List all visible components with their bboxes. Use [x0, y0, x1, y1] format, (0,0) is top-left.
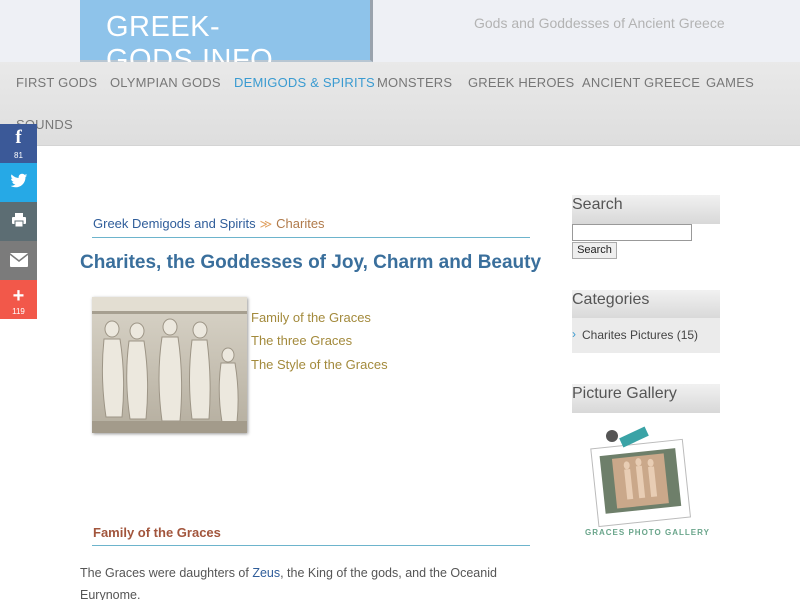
nav-item-first-gods[interactable]: FIRST GODS	[16, 75, 97, 90]
facebook-share-count: 81	[14, 151, 23, 160]
nav-item-demigods-spirits[interactable]: DEMIGODS & SPIRITS	[234, 75, 375, 90]
zeus-link[interactable]: Zeus	[252, 566, 280, 580]
search-widget-title-bar: Search	[572, 195, 720, 224]
categories-title-bar: Categories	[572, 290, 720, 319]
gallery-caption: GRACES PHOTO GALLERY	[585, 528, 710, 537]
gallery-title: Picture Gallery	[572, 385, 677, 402]
section-heading: Family of the Graces	[93, 525, 221, 540]
search-button[interactable]: Search	[572, 242, 617, 259]
share-count: 119	[12, 307, 25, 316]
breadcrumb-separator: ≫	[259, 217, 273, 231]
email-icon	[0, 253, 37, 272]
more-share-button[interactable]: + 119	[0, 280, 37, 319]
site-logo[interactable]: GREEK-GODS.INFO	[80, 0, 373, 76]
breadcrumb: Greek Demigods and Spirits ≫ Charites	[93, 216, 325, 231]
section-divider	[92, 545, 530, 546]
category-link-charites-pictures[interactable]: Charites Pictures (15)	[582, 328, 698, 342]
nav-item-greek-heroes[interactable]: GREEK HEROES	[468, 75, 574, 90]
print-button[interactable]	[0, 202, 37, 241]
toc-link-family[interactable]: Family of the Graces	[251, 310, 371, 325]
site-header: GREEK-GODS.INFO Gods and Goddesses of An…	[0, 0, 800, 76]
breadcrumb-current: Charites	[276, 216, 325, 231]
email-share-button[interactable]	[0, 241, 37, 280]
facebook-icon: f	[15, 127, 22, 148]
body-text-start: The Graces were daughters of	[80, 566, 253, 580]
breadcrumb-divider	[92, 237, 530, 238]
categories-list: › Charites Pictures (15)	[572, 318, 720, 353]
charites-relief-image	[92, 297, 247, 433]
breadcrumb-parent-link[interactable]: Greek Demigods and Spirits	[93, 216, 256, 231]
twitter-icon	[0, 173, 37, 194]
facebook-share-button[interactable]: f 81	[0, 124, 37, 163]
nav-item-olympian-gods[interactable]: OLYMPIAN GODS	[110, 75, 221, 90]
nav-item-ancient-greece[interactable]: ANCIENT GREECE	[582, 75, 700, 90]
toc-link-style[interactable]: The Style of the Graces	[251, 357, 388, 372]
main-nav: FIRST GODS OLYMPIAN GODS DEMIGODS & SPIR…	[0, 62, 800, 146]
toc-link-three-graces[interactable]: The three Graces	[251, 333, 352, 348]
social-share-bar: f 81 + 119	[0, 124, 37, 319]
nav-item-games[interactable]: GAMES	[706, 75, 754, 90]
page-title: Charites, the Goddesses of Joy, Charm an…	[80, 252, 542, 273]
plus-icon: +	[12, 285, 25, 307]
search-widget-title: Search	[572, 196, 623, 213]
site-tagline: Gods and Goddesses of Ancient Greece	[474, 15, 725, 31]
body-paragraph: The Graces were daughters of Zeus, the K…	[80, 562, 530, 600]
photo-gallery-thumbnail[interactable]	[580, 422, 710, 542]
print-icon	[0, 212, 37, 233]
categories-title: Categories	[572, 291, 650, 308]
chevron-right-icon: ›	[572, 327, 576, 341]
nav-item-monsters[interactable]: MONSTERS	[377, 75, 452, 90]
twitter-share-button[interactable]	[0, 163, 37, 202]
search-input[interactable]	[572, 224, 692, 241]
gallery-title-bar: Picture Gallery	[572, 384, 720, 413]
